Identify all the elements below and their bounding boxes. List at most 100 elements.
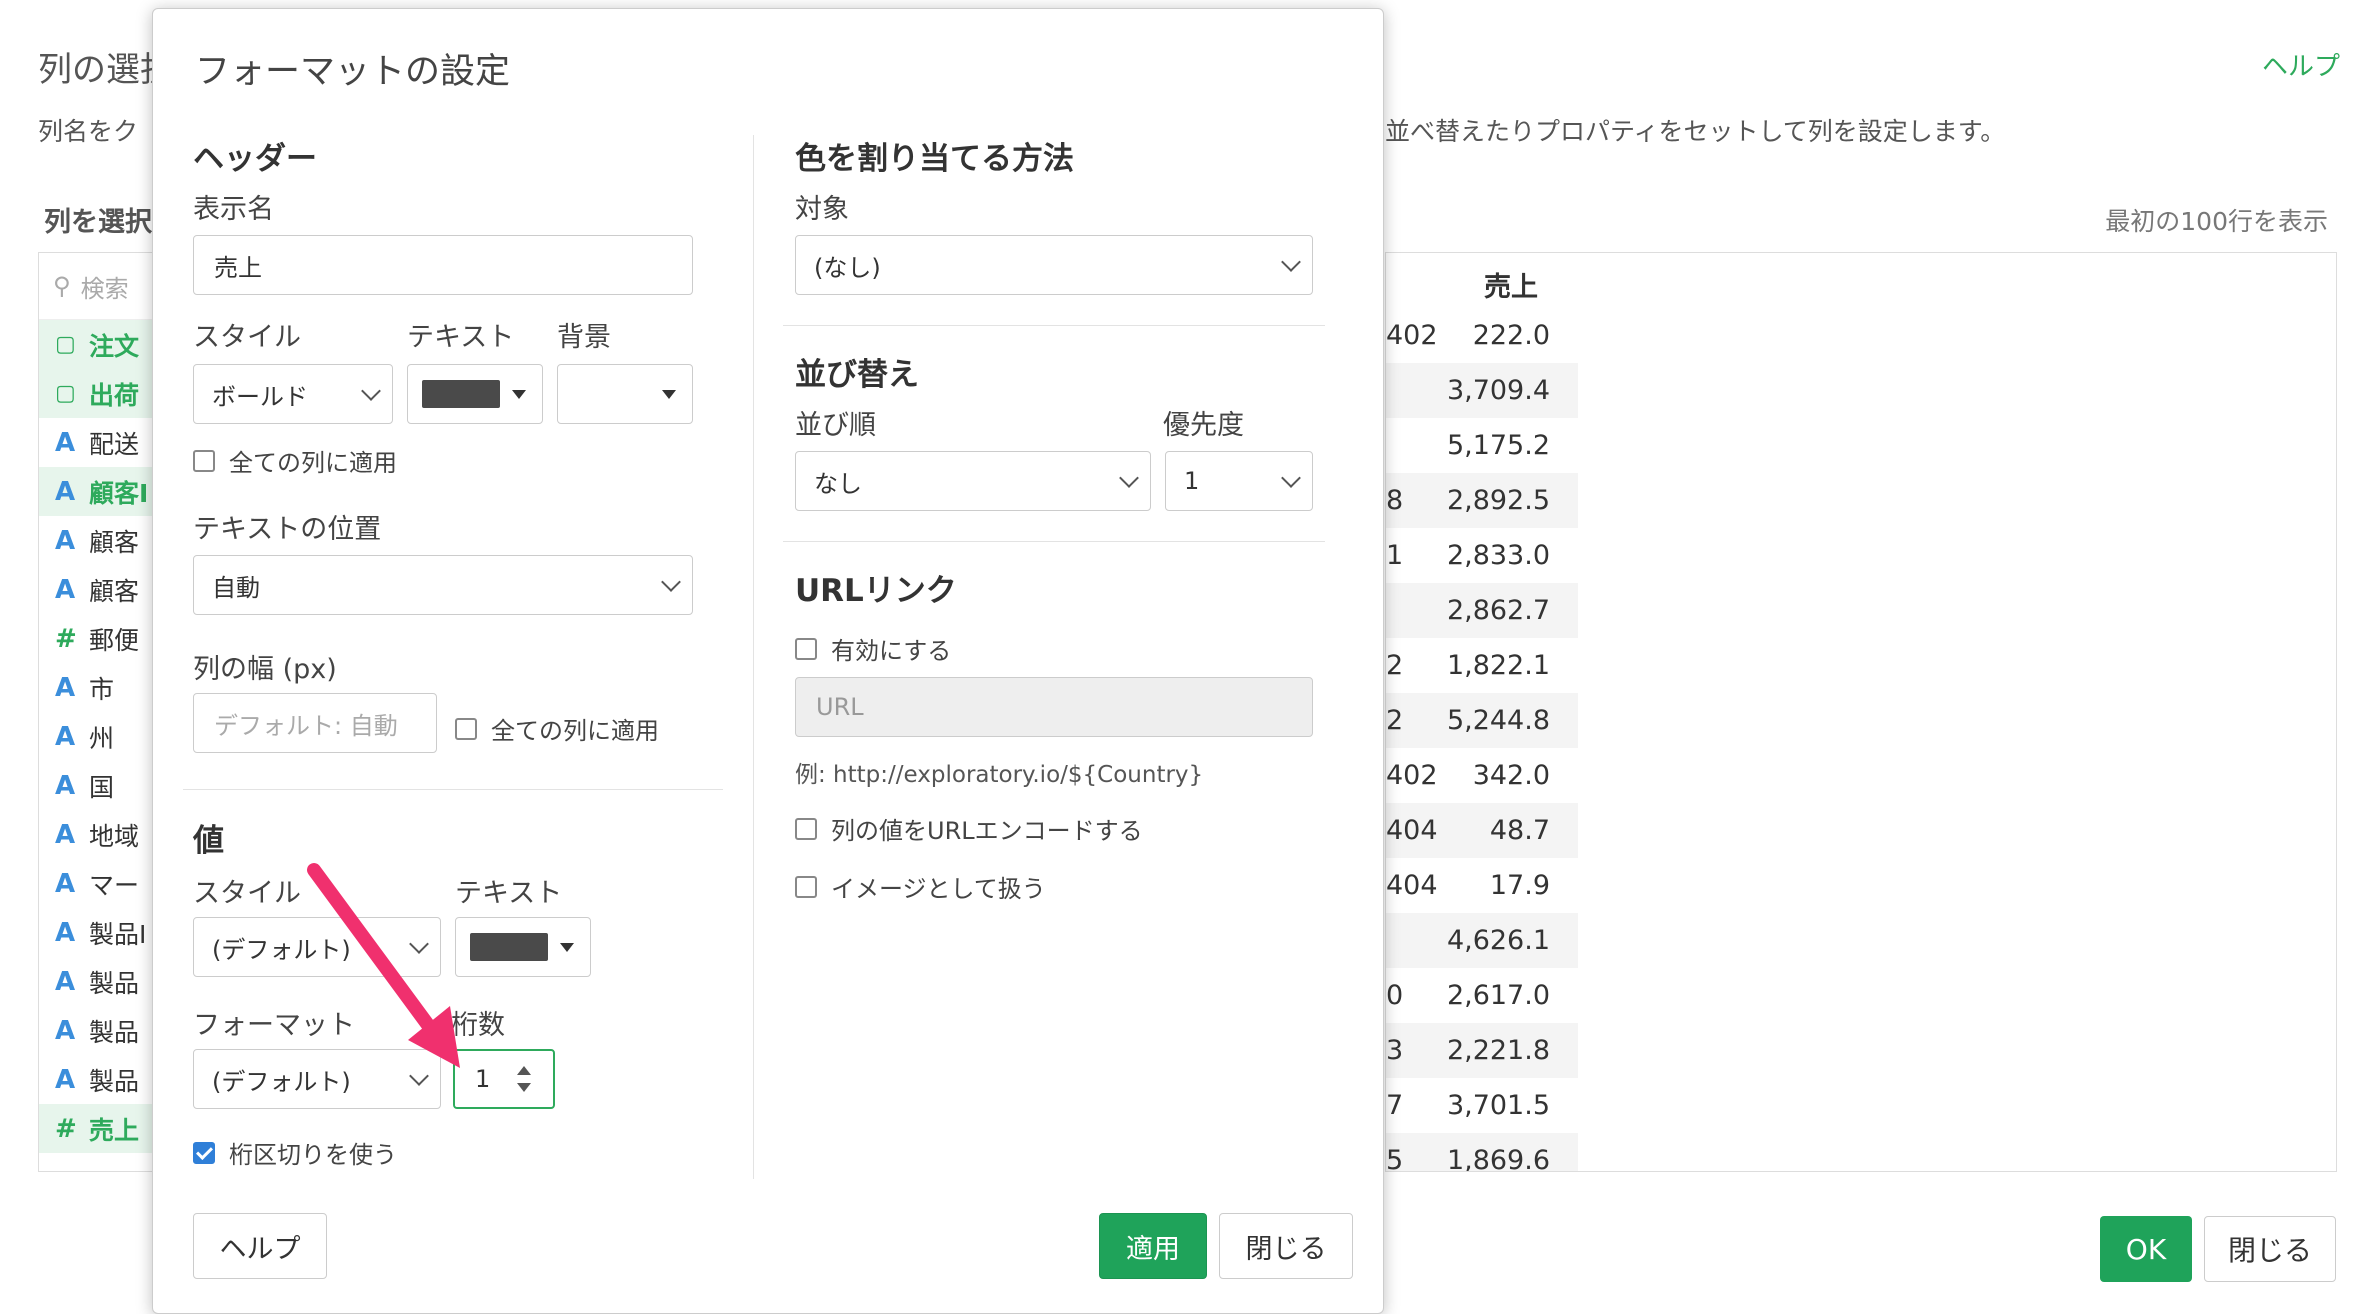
digits-value: 1 [475, 1065, 491, 1093]
url-encode-label: 列の値をURLエンコードする [831, 817, 1143, 845]
text-type-icon: A [55, 427, 76, 458]
header-style-value: ボールド [212, 382, 308, 411]
column-list-item[interactable]: A 顧客 [39, 516, 157, 565]
chevron-down-icon [1119, 468, 1139, 488]
page-description-end: 並べ替えたりプロパティをセットして列を設定します。 [1385, 117, 2006, 146]
url-section-title: URLリンク [795, 573, 957, 609]
divider [783, 541, 1325, 542]
table-cell-partial: 404 [1386, 870, 1438, 901]
search-icon: ⚲ [53, 272, 71, 300]
column-list-item-label: 顧客 [89, 576, 140, 606]
header-apply-all-checkbox[interactable]: 全ての列に適用 [193, 443, 397, 478]
column-list-item-label: 顧客I [89, 478, 149, 508]
column-list-item-label: 地域 [89, 821, 140, 851]
text-type-icon: A [55, 574, 76, 605]
column-list-item[interactable]: A 製品 [39, 1006, 157, 1055]
display-name-input[interactable]: 売上 [193, 235, 693, 295]
table-cell-partial: 8 [1386, 485, 1404, 516]
column-list-item-label: マー [89, 870, 140, 900]
chevron-down-icon [1281, 252, 1301, 272]
table-row: 5 1,869.6 [1386, 1133, 1578, 1172]
column-search[interactable]: ⚲ 検索 [39, 253, 157, 320]
width-apply-all-checkbox[interactable]: 全ての列に適用 [455, 711, 659, 746]
table-cell-sales: 3,701.5 [1446, 1090, 1550, 1121]
text-position-select[interactable]: 自動 [193, 555, 693, 615]
thousands-separator-checkbox[interactable]: 桁区切りを使う [193, 1135, 397, 1170]
spinner-icon[interactable] [517, 1066, 531, 1092]
table-cell-partial: 402 [1386, 760, 1438, 791]
column-header-sales[interactable]: 売上 [1484, 265, 1538, 304]
url-encode-checkbox[interactable]: 列の値をURLエンコードする [795, 811, 1143, 846]
dialog-help-button[interactable]: ヘルプ [193, 1213, 327, 1279]
table-cell-sales: 1,869.6 [1446, 1145, 1550, 1172]
checkbox[interactable] [795, 875, 817, 898]
text-position-label: テキストの位置 [193, 514, 382, 545]
value-text-color-picker[interactable] [455, 917, 591, 977]
treat-as-image-checkbox[interactable]: イメージとして扱う [795, 869, 1046, 904]
checkbox[interactable] [795, 817, 817, 840]
table-header: 売上 [1386, 253, 1578, 308]
text-type-icon: A [55, 868, 76, 899]
apply-button[interactable]: 適用 [1099, 1213, 1207, 1279]
table-cell-sales: 342.0 [1472, 760, 1550, 791]
checkbox[interactable] [455, 717, 477, 740]
format-select[interactable]: (デフォルト) [193, 1049, 441, 1109]
color-target-value: (なし) [814, 253, 881, 282]
format-settings-dialog: フォーマットの設定 ヘッダー 表示名 売上 スタイル テキスト 背景 ボールド … [152, 8, 1384, 1314]
color-target-select[interactable]: (なし) [795, 235, 1313, 295]
first-rows-label: 最初の100行を表示 [2105, 207, 2328, 236]
text-type-icon: A [55, 966, 76, 997]
page-close-button[interactable]: 閉じる [2204, 1216, 2336, 1282]
header-background-color-picker[interactable] [557, 364, 693, 424]
checkbox[interactable] [795, 637, 817, 660]
url-input[interactable]: URL [795, 677, 1313, 737]
table-cell-sales: 2,892.5 [1446, 485, 1550, 516]
column-width-input[interactable]: デフォルト: 自動 [193, 693, 437, 753]
sort-priority-select[interactable]: 1 [1165, 451, 1313, 511]
text-type-icon: A [55, 917, 76, 948]
page-description-start: 列名をク [38, 117, 139, 146]
select-columns-label: 列を選択 [44, 207, 152, 238]
display-name-label: 表示名 [193, 194, 274, 225]
dialog-close-button[interactable]: 閉じる [1219, 1213, 1353, 1279]
digits-label: 桁数 [451, 1010, 505, 1041]
table-cell-sales: 17.9 [1489, 870, 1550, 901]
sort-order-select[interactable]: なし [795, 451, 1151, 511]
text-type-icon: A [55, 721, 76, 752]
help-link[interactable]: ヘルプ [2262, 46, 2340, 83]
column-list-item[interactable]: A 顧客 [39, 565, 157, 614]
column-list-item[interactable]: A 地域 [39, 810, 157, 859]
column-list-item[interactable]: A 製品I [39, 908, 157, 957]
column-list-item[interactable]: ▢ 注文 [39, 320, 157, 369]
hash-icon: # [55, 1113, 77, 1144]
divider [783, 325, 1325, 326]
column-list-item[interactable]: A市 [39, 663, 157, 712]
column-list-panel: ⚲ 検索 ▢ 注文 ▢ 出荷 A 配送 A 顧客I A 顧客 A 顧客 # 郵便 A 市 A 州 A 国 A 地域 A マー A… [38, 252, 158, 1172]
column-list-item[interactable]: # 郵便 [39, 614, 157, 663]
header-text-color-picker[interactable] [407, 364, 543, 424]
column-list-item[interactable]: A州 [39, 712, 157, 761]
column-list-item[interactable]: A 顧客I [39, 467, 157, 516]
column-width-label: 列の幅 (px) [193, 654, 337, 685]
value-style-label: スタイル [193, 878, 301, 909]
header-style-select[interactable]: ボールド [193, 364, 393, 424]
checkbox[interactable] [193, 1141, 215, 1164]
column-list-item[interactable]: A 製品 [39, 1055, 157, 1104]
column-list-item[interactable]: ▢ 出荷 [39, 369, 157, 418]
column-list-item[interactable]: A 製品 [39, 957, 157, 1006]
column-list-item[interactable]: A国 [39, 761, 157, 810]
url-enable-checkbox[interactable]: 有効にする [795, 631, 951, 666]
column-list-item[interactable]: A マー [39, 859, 157, 908]
sort-order-label: 並び順 [795, 410, 876, 441]
table-cell-sales: 2,617.0 [1446, 980, 1550, 1011]
digits-stepper[interactable]: 1 [453, 1049, 555, 1109]
column-list-item[interactable]: A 配送 [39, 418, 157, 467]
column-list-item-label: 配送 [89, 429, 140, 459]
column-list-item[interactable]: # 売上 [39, 1104, 157, 1153]
ok-button[interactable]: OK [2100, 1216, 2192, 1282]
value-style-select[interactable]: (デフォルト) [193, 917, 441, 977]
checkbox[interactable] [193, 449, 215, 472]
table-cell-sales: 222.0 [1472, 320, 1550, 351]
table-cell-sales: 1,822.1 [1446, 650, 1550, 681]
sort-priority-value: 1 [1184, 467, 1200, 495]
